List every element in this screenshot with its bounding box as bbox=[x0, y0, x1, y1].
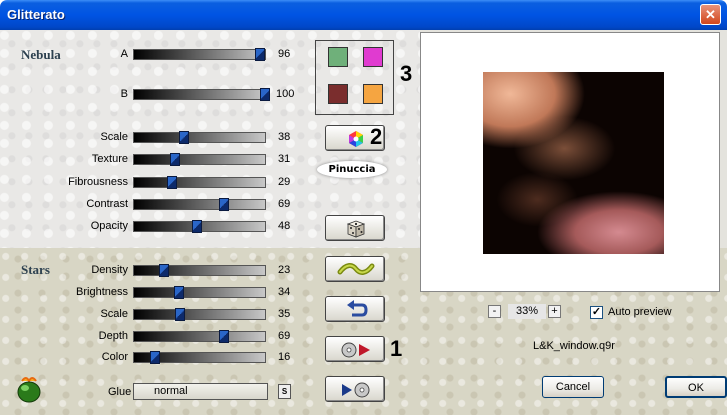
slider-track[interactable] bbox=[133, 131, 266, 144]
slider-track[interactable] bbox=[133, 220, 266, 233]
undo-button[interactable] bbox=[325, 296, 385, 322]
slider-value: 96 bbox=[278, 48, 291, 60]
wave-button[interactable] bbox=[325, 256, 385, 282]
slider-thumb[interactable] bbox=[191, 220, 202, 233]
annotation-number-2: 2 bbox=[370, 124, 383, 149]
wave-icon bbox=[337, 263, 375, 275]
play-back-disk-button[interactable] bbox=[325, 376, 385, 402]
slider-track[interactable] bbox=[133, 330, 266, 343]
slider-thumb[interactable] bbox=[149, 351, 160, 364]
slider-label: Depth bbox=[98, 330, 128, 342]
slider-thumb[interactable] bbox=[260, 88, 270, 101]
slider-track[interactable] bbox=[133, 176, 266, 189]
slider-thumb[interactable] bbox=[174, 308, 185, 321]
annotation-number-1: 1 bbox=[390, 336, 403, 361]
slider-track[interactable] bbox=[133, 308, 266, 321]
annotation-number-3: 3 bbox=[400, 61, 413, 86]
glue-label: Glue bbox=[108, 386, 132, 398]
slider-value: 16 bbox=[278, 351, 291, 363]
ok-button[interactable]: OK bbox=[665, 376, 727, 398]
pinuccia-watermark: Pinuccia bbox=[317, 161, 387, 178]
slider-thumb[interactable] bbox=[159, 264, 170, 277]
slider-value: 69 bbox=[278, 198, 291, 210]
color-swatch-3[interactable] bbox=[328, 84, 348, 104]
randomize-button[interactable] bbox=[325, 215, 385, 241]
dice-icon bbox=[346, 220, 366, 238]
slider-track[interactable] bbox=[133, 351, 266, 364]
zoom-out-button[interactable]: - bbox=[488, 305, 501, 318]
slider-thumb[interactable] bbox=[169, 153, 180, 166]
glitterato-window: Glitterato ✕ Nebula Stars A 96 B 100 Sca… bbox=[0, 0, 727, 415]
glue-s-button[interactable]: S bbox=[278, 384, 291, 399]
slider-track[interactable] bbox=[133, 198, 266, 211]
slider-label: Texture bbox=[91, 153, 128, 165]
glue-gem-icon bbox=[17, 377, 41, 403]
cancel-button[interactable]: Cancel bbox=[542, 376, 604, 398]
slider-value: 100 bbox=[276, 88, 295, 100]
color-swatch-group bbox=[315, 40, 394, 115]
slider-label: B bbox=[120, 88, 128, 100]
slider-value: 34 bbox=[278, 286, 291, 298]
color-swatch-4[interactable] bbox=[363, 84, 383, 104]
slider-value: 35 bbox=[278, 308, 291, 320]
slider-track[interactable] bbox=[133, 88, 270, 101]
slider-label: A bbox=[120, 48, 128, 60]
slider-label: Brightness bbox=[76, 286, 128, 298]
slider-track[interactable] bbox=[133, 264, 266, 277]
preview-image bbox=[483, 72, 664, 254]
slider-track[interactable] bbox=[133, 286, 266, 299]
slider-value: 38 bbox=[278, 131, 291, 143]
slider-thumb[interactable] bbox=[219, 198, 230, 211]
slider-label: Fibrousness bbox=[68, 176, 128, 188]
slider-label: Opacity bbox=[90, 220, 128, 232]
play-disk-icon bbox=[341, 342, 370, 358]
preview-panel[interactable] bbox=[420, 32, 720, 292]
slider-thumb[interactable] bbox=[254, 48, 265, 61]
slider-track[interactable] bbox=[133, 153, 266, 166]
zoom-value: 33% bbox=[508, 304, 546, 319]
zoom-in-button[interactable]: + bbox=[548, 305, 561, 318]
auto-preview-label: Auto preview bbox=[608, 306, 672, 318]
slider-label: Scale bbox=[100, 131, 128, 143]
slider-value: 31 bbox=[278, 153, 291, 165]
glue-dropdown[interactable]: normal bbox=[133, 383, 268, 400]
slider-track[interactable] bbox=[133, 48, 266, 61]
close-button[interactable]: ✕ bbox=[700, 4, 721, 25]
slider-thumb[interactable] bbox=[178, 131, 189, 144]
slider-label: Color bbox=[101, 351, 128, 363]
slider-value: 69 bbox=[278, 330, 291, 342]
slider-value: 23 bbox=[278, 264, 291, 276]
slider-thumb[interactable] bbox=[219, 330, 230, 343]
play-left-disk-icon bbox=[342, 382, 370, 398]
undo-arrow-icon bbox=[347, 300, 368, 317]
auto-preview-checkbox[interactable]: ✓ bbox=[590, 306, 603, 319]
color-swatch-2[interactable] bbox=[363, 47, 383, 67]
slider-thumb[interactable] bbox=[166, 176, 177, 189]
slider-label: Contrast bbox=[86, 198, 128, 210]
slider-thumb[interactable] bbox=[173, 286, 184, 299]
slider-label: Density bbox=[91, 264, 128, 276]
dialog-body: Nebula Stars A 96 B 100 Scale 38 Texture… bbox=[0, 30, 727, 415]
title-bar[interactable]: Glitterato ✕ bbox=[0, 0, 727, 30]
slider-value: 29 bbox=[278, 176, 291, 188]
color-swatch-1[interactable] bbox=[328, 47, 348, 67]
play-disk-button[interactable] bbox=[325, 336, 385, 362]
preset-filename: L&K_window.q9r bbox=[533, 340, 615, 352]
window-title: Glitterato bbox=[7, 7, 65, 22]
slider-value: 48 bbox=[278, 220, 291, 232]
slider-label: Scale bbox=[100, 308, 128, 320]
